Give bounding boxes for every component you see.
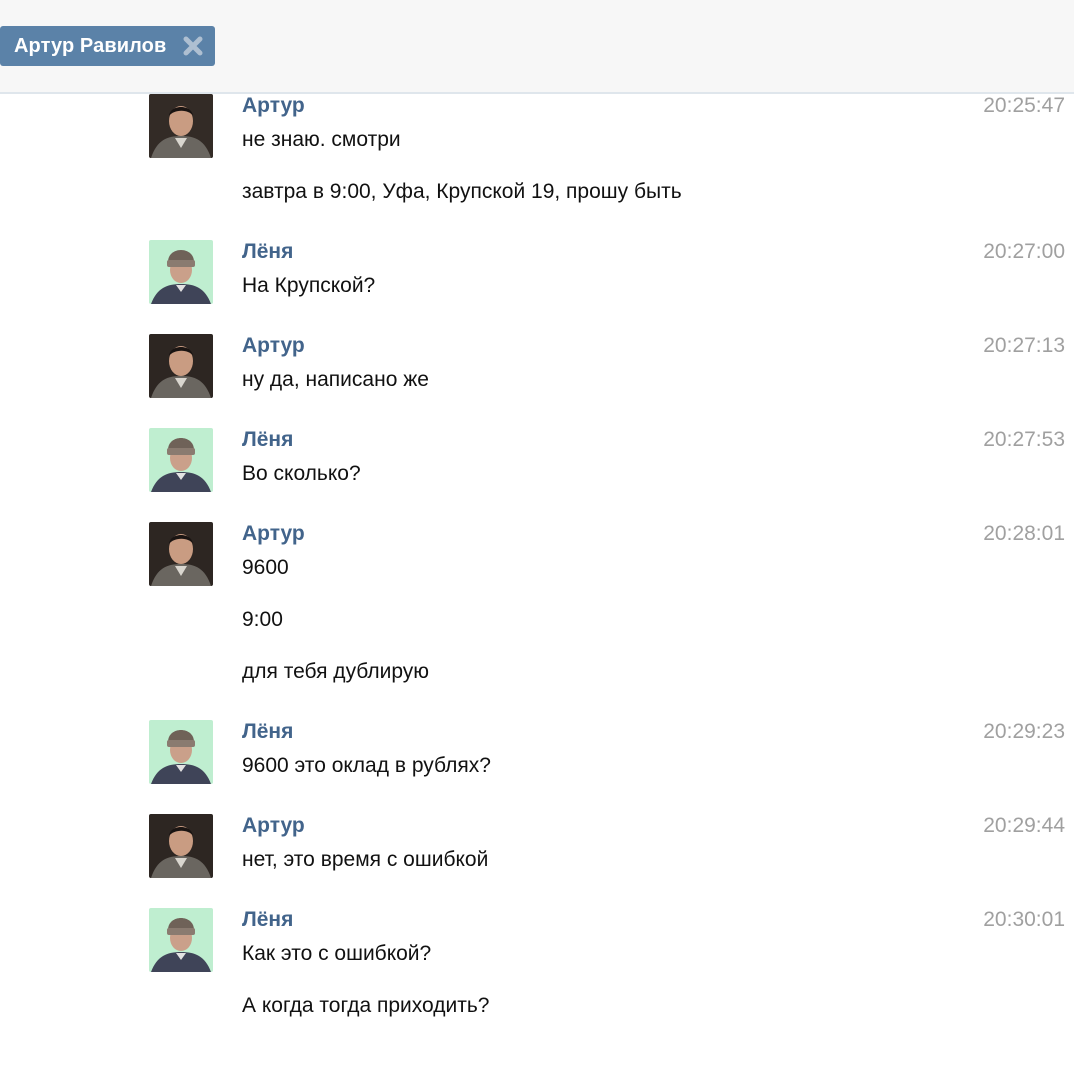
message-author[interactable]: Лёня — [242, 908, 293, 932]
avatar[interactable] — [149, 522, 213, 586]
message-text: Во сколько? — [242, 462, 361, 485]
chat-tab-label: Артур Равилов — [14, 34, 167, 57]
message-author[interactable]: Артур — [242, 94, 305, 118]
message-text: нет, это время с ошибкой — [242, 848, 489, 871]
message-text: Как это с ошибкой? — [242, 942, 432, 965]
message-text: для тебя дублирую — [242, 660, 430, 683]
message-time[interactable]: 20:28:01 — [983, 522, 1065, 546]
message-text: 9:00 — [242, 608, 283, 631]
avatar[interactable] — [149, 94, 213, 158]
message-time[interactable]: 20:29:23 — [983, 720, 1065, 744]
message-time[interactable]: 20:25:47 — [983, 94, 1065, 118]
avatar[interactable] — [149, 428, 213, 492]
message-text: 9600 это оклад в рублях? — [242, 754, 491, 777]
avatar[interactable] — [149, 814, 213, 878]
avatar[interactable] — [149, 240, 213, 304]
message-text: завтра в 9:00, Уфа, Крупской 19, прошу б… — [242, 180, 682, 203]
message-text: не знаю. смотри — [242, 128, 401, 151]
avatar[interactable] — [149, 908, 213, 972]
message-time[interactable]: 20:27:13 — [983, 334, 1065, 358]
message-time[interactable]: 20:27:53 — [983, 428, 1065, 452]
close-icon[interactable] — [182, 35, 204, 57]
message-author[interactable]: Лёня — [242, 720, 293, 744]
message-text: На Крупской? — [242, 274, 376, 297]
message-author[interactable]: Артур — [242, 522, 305, 546]
message-time[interactable]: 20:30:01 — [983, 908, 1065, 932]
chat-tab[interactable]: Артур Равилов — [0, 26, 215, 66]
avatar[interactable] — [149, 334, 213, 398]
message-time[interactable]: 20:27:00 — [983, 240, 1065, 264]
message-text: А когда тогда приходить? — [242, 994, 490, 1017]
message-time[interactable]: 20:29:44 — [983, 814, 1065, 838]
chat-header-bar: Артур Равилов — [0, 0, 1074, 94]
message-text: 9600 — [242, 556, 289, 579]
message-author[interactable]: Лёня — [242, 240, 293, 264]
avatar[interactable] — [149, 720, 213, 784]
message-author[interactable]: Артур — [242, 334, 305, 358]
message-author[interactable]: Артур — [242, 814, 305, 838]
message-text: ну да, написано же — [242, 368, 429, 391]
message-author[interactable]: Лёня — [242, 428, 293, 452]
